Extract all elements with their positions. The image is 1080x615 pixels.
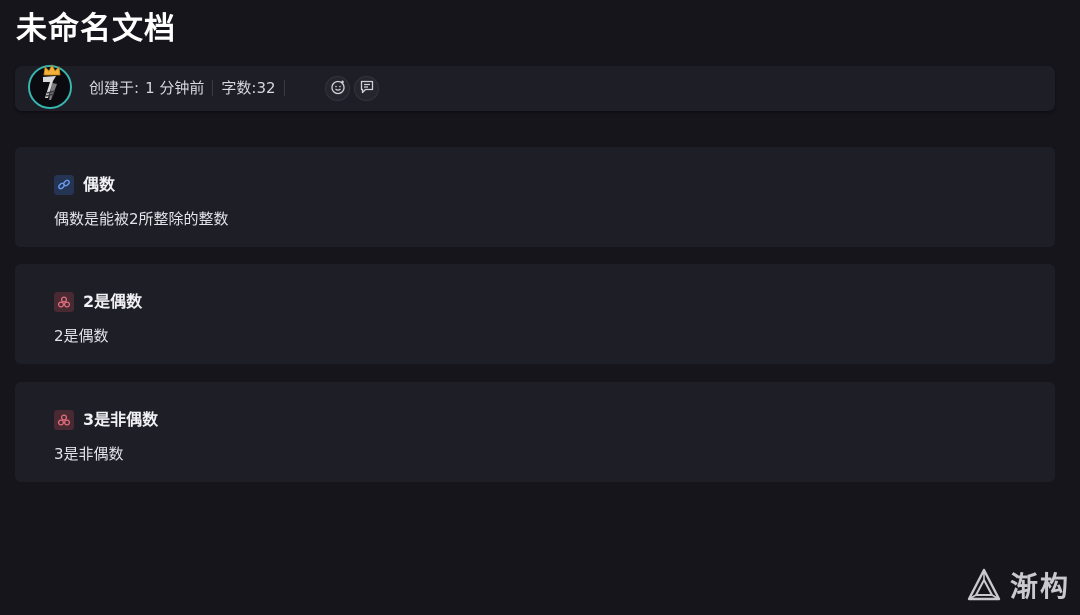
card-title: 偶数: [83, 175, 116, 194]
concept-card[interactable]: 3是非偶数 3是非偶数: [15, 382, 1055, 482]
brand-logo-icon: [967, 568, 1001, 601]
watermark-text: 渐构: [1009, 570, 1070, 603]
card-header: 3是非偶数: [54, 409, 158, 431]
node-icon: [54, 292, 74, 312]
card-body: 3是非偶数: [54, 445, 124, 463]
node-icon: [54, 410, 74, 430]
card-header: 2是偶数: [54, 291, 142, 313]
crown-icon: [43, 61, 61, 76]
word-count-value: 32: [256, 79, 276, 97]
meta-info: 创建于: 1 分钟前 字数: 32: [89, 78, 293, 98]
created-label: 创建于:: [89, 79, 140, 97]
meta-divider: [283, 80, 285, 96]
link-icon: [54, 175, 74, 195]
card-title: 2是偶数: [83, 292, 143, 311]
meta-divider: [212, 80, 214, 96]
concept-card[interactable]: 2是偶数 2是偶数: [15, 264, 1055, 364]
watermark: 渐构: [966, 565, 1070, 605]
card-body: 偶数是能被2所整除的整数: [54, 210, 229, 228]
page: 未命名文档 创建于: 1 分钟前 字数: 32 偶数 偶数是能被2所整除的整数 …: [0, 0, 1080, 615]
document-title[interactable]: 未命名文档: [16, 9, 176, 49]
comment-button[interactable]: [354, 76, 379, 101]
document-meta-bar: 创建于: 1 分钟前 字数: 32: [15, 64, 1055, 111]
card-body: 2是偶数: [54, 327, 109, 345]
concept-card[interactable]: 偶数 偶数是能被2所整除的整数: [15, 147, 1055, 247]
emoji-reaction-icon: [330, 79, 346, 99]
emoji-reaction-button[interactable]: [325, 76, 350, 101]
card-header: 偶数: [54, 174, 115, 196]
word-count-label: 字数:: [221, 79, 257, 97]
card-title: 3是非偶数: [83, 410, 159, 429]
comment-icon: [359, 79, 375, 99]
created-value: 1 分钟前: [145, 79, 205, 97]
